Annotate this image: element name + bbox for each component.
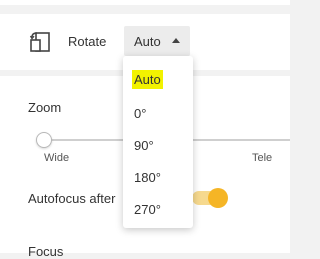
rotate-option-auto[interactable]: Auto bbox=[132, 70, 163, 89]
rotate-selected-value: Auto bbox=[134, 34, 161, 49]
rotate-dropdown-menu: Auto 0° 90° 180° 270° bbox=[123, 56, 193, 228]
rotate-option-0[interactable]: 0° bbox=[132, 104, 148, 123]
zoom-slider-thumb[interactable] bbox=[36, 132, 52, 148]
autofocus-toggle-thumb[interactable] bbox=[208, 188, 228, 208]
rotate-option-180[interactable]: 180° bbox=[132, 168, 163, 187]
zoom-max-label: Tele bbox=[252, 152, 273, 164]
rotate-option-270[interactable]: 270° bbox=[132, 200, 163, 219]
rotate-option-90[interactable]: 90° bbox=[132, 136, 156, 155]
top-panel-edge bbox=[0, 0, 290, 5]
rotate-label: Rotate bbox=[68, 34, 107, 49]
zoom-min-label: Wide bbox=[44, 152, 70, 164]
caret-up-icon bbox=[172, 38, 180, 43]
focus-label: Focus bbox=[28, 244, 64, 259]
rotate-select[interactable]: Auto bbox=[124, 26, 190, 56]
zoom-label: Zoom bbox=[28, 100, 62, 115]
autofocus-label: Autofocus after bbox=[28, 191, 116, 206]
rotate-screen-icon bbox=[29, 32, 50, 52]
